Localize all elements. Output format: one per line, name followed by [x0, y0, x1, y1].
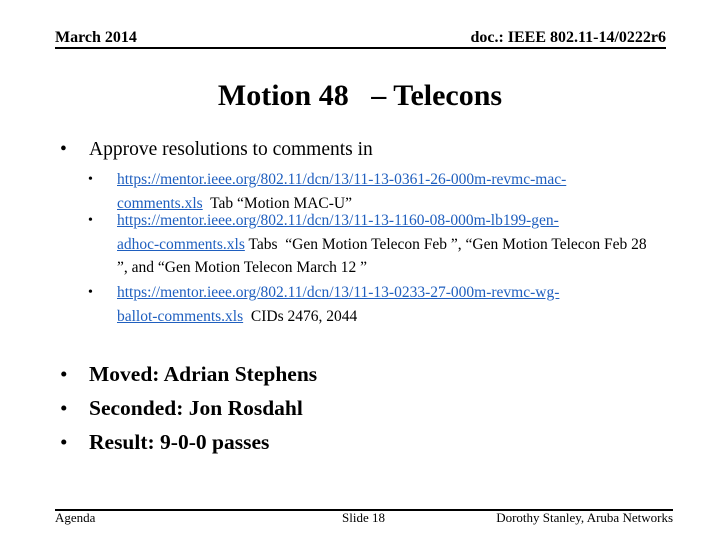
motion-result-text: Seconded: Jon Rosdahl — [89, 396, 303, 420]
bullet-icon: • — [60, 139, 67, 160]
footer-slide-number: Slide 18 — [342, 510, 385, 525]
sub-bullet-icon: • — [88, 285, 93, 300]
motion-result-text: Moved: Adrian Stephens — [89, 362, 318, 386]
sub-item-description: CIDs 2476, 2044 — [243, 307, 358, 325]
sub-bullet-icon: • — [88, 213, 93, 228]
bullet-icon: • — [60, 396, 68, 420]
bullet-icon: • — [60, 362, 68, 386]
header-doc-id: doc.: IEEE 802.11-14/0222r6 — [470, 29, 666, 46]
header-date: March 2014 — [55, 29, 137, 46]
motion-result-text: Result: 9-0-0 passes — [89, 430, 270, 454]
sub-bullet-icon: • — [88, 172, 93, 187]
header-divider — [55, 47, 666, 49]
bullet-icon: • — [60, 430, 68, 454]
slide-title: Motion 48 – Telecons — [217, 79, 503, 112]
footer-author: Dorothy Stanley, Aruba Networks — [496, 510, 673, 525]
footer-left: Agenda — [55, 510, 96, 525]
main-bullet-text: Approve resolutions to comments in — [89, 139, 373, 160]
